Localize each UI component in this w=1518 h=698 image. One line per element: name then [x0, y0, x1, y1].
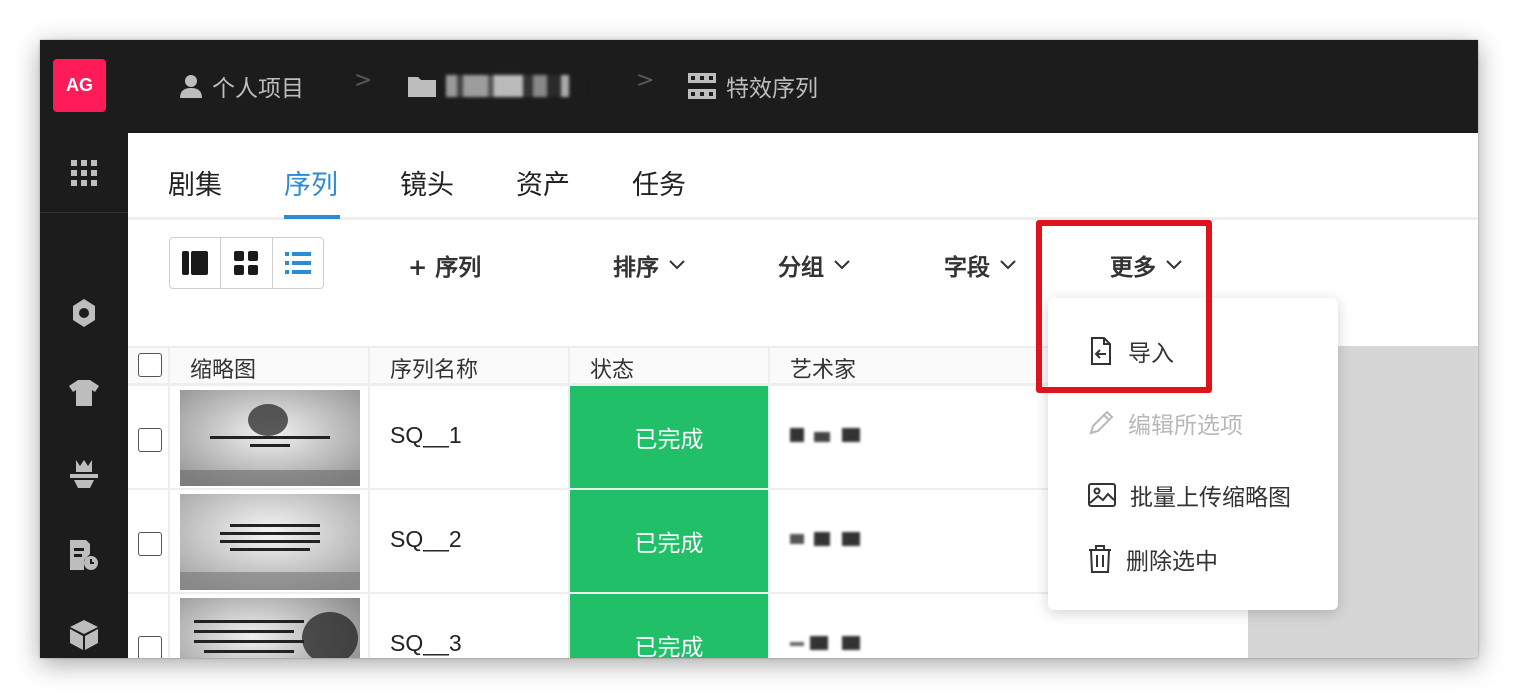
- sequence-name[interactable]: SQ__2: [390, 526, 462, 553]
- panel-view-icon: [182, 251, 209, 275]
- sidebar-item-settings[interactable]: [40, 273, 128, 353]
- tab-tasks[interactable]: 任务: [632, 163, 686, 202]
- image-icon: [1088, 483, 1116, 507]
- row-checkbox[interactable]: [138, 532, 162, 556]
- active-tab-indicator: [284, 215, 340, 219]
- pencil-icon: [1089, 410, 1114, 435]
- grid-icon: [71, 159, 97, 186]
- sidebar-item-apps[interactable]: [40, 133, 128, 213]
- row-checkbox[interactable]: [138, 636, 162, 658]
- status-badge[interactable]: 已完成: [570, 490, 768, 592]
- film-icon: [688, 73, 716, 99]
- sidebar: [40, 133, 128, 658]
- view-switcher: [169, 237, 324, 289]
- artist-avatar-blurred: [790, 428, 860, 442]
- artist-avatar-blurred: [790, 532, 860, 546]
- list-view-icon: [284, 252, 311, 274]
- view-list-button[interactable]: [273, 238, 323, 288]
- row-checkbox[interactable]: [138, 428, 162, 452]
- tshirt-icon: [69, 380, 99, 406]
- menu-item-edit-selected[interactable]: 编辑所选项: [1088, 406, 1243, 440]
- document-clock-icon: [70, 540, 98, 570]
- sidebar-item-props[interactable]: [40, 433, 128, 513]
- sort-button[interactable]: 排序: [613, 248, 685, 282]
- tab-assets[interactable]: 资产: [516, 163, 570, 202]
- view-detail-button[interactable]: [170, 238, 222, 288]
- menu-item-batch-upload-thumbnails[interactable]: 批量上传缩略图: [1088, 478, 1291, 512]
- chevron-down-icon: [1000, 260, 1016, 270]
- top-bar: AG 个人项目 > > 特效序列: [40, 40, 1478, 133]
- magic-hat-icon: [70, 460, 98, 488]
- header-thumbnail[interactable]: 缩略图: [190, 352, 256, 384]
- user-icon: [180, 75, 202, 98]
- select-all-checkbox[interactable]: [138, 353, 162, 377]
- breadcrumb-project[interactable]: [408, 70, 586, 102]
- artist-avatar-blurred: [790, 636, 860, 650]
- header-status[interactable]: 状态: [590, 352, 634, 384]
- sequence-name[interactable]: SQ__3: [390, 630, 462, 657]
- breadcrumb-label: 个人项目: [212, 76, 304, 102]
- sidebar-item-tasks[interactable]: [40, 515, 128, 595]
- menu-item-label: 编辑所选项: [1128, 413, 1243, 439]
- header-sequence-name[interactable]: 序列名称: [390, 352, 478, 384]
- cube-icon: [70, 620, 98, 650]
- folder-icon: [408, 77, 436, 97]
- group-label: 分组: [778, 255, 824, 281]
- thumbnail-image[interactable]: [180, 598, 360, 658]
- tab-episodes[interactable]: 剧集: [168, 163, 222, 202]
- gear-icon: [73, 299, 95, 327]
- breadcrumb-separator: >: [354, 68, 373, 93]
- breadcrumb-sequence[interactable]: 特效序列: [688, 70, 818, 102]
- add-sequence-label: + 序列: [408, 255, 482, 281]
- menu-item-label: 批量上传缩略图: [1130, 485, 1291, 511]
- chevron-down-icon: [669, 260, 685, 270]
- thumbnail-image[interactable]: [180, 494, 360, 590]
- breadcrumb-label: 特效序列: [726, 76, 818, 102]
- view-grid-button[interactable]: [221, 238, 273, 288]
- fields-button[interactable]: 字段: [944, 248, 1016, 282]
- sort-label: 排序: [613, 255, 659, 281]
- status-badge[interactable]: 已完成: [570, 594, 768, 658]
- chevron-down-icon: [834, 260, 850, 270]
- project-name-blurred: [446, 75, 586, 97]
- breadcrumb-separator: >: [636, 68, 655, 93]
- grid-view-icon: [234, 251, 259, 275]
- sequence-name[interactable]: SQ__1: [390, 422, 462, 449]
- thumbnail-image[interactable]: [180, 390, 360, 486]
- group-button[interactable]: 分组: [778, 248, 850, 282]
- sidebar-item-characters[interactable]: [40, 353, 128, 433]
- menu-item-delete-selected[interactable]: 删除选中: [1088, 542, 1218, 576]
- trash-icon: [1089, 545, 1111, 573]
- fields-label: 字段: [944, 255, 990, 281]
- tab-bar: 剧集 序列 镜头 资产 任务: [128, 133, 1478, 220]
- highlight-annotation-box: [1036, 220, 1212, 393]
- add-sequence-button[interactable]: + 序列: [408, 248, 481, 282]
- sidebar-item-assets[interactable]: [40, 595, 128, 658]
- tab-shots[interactable]: 镜头: [400, 163, 454, 202]
- app-logo[interactable]: AG: [53, 59, 106, 112]
- app-window: AG 个人项目 > > 特效序列 剧集 序列 镜头 资产 任务 + 序列 排序 …: [40, 40, 1478, 658]
- menu-item-label: 删除选中: [1126, 549, 1218, 575]
- tab-sequences[interactable]: 序列: [284, 163, 338, 202]
- breadcrumb-personal-project[interactable]: 个人项目: [180, 70, 304, 102]
- header-artist[interactable]: 艺术家: [790, 352, 856, 384]
- status-badge[interactable]: 已完成: [570, 386, 768, 488]
